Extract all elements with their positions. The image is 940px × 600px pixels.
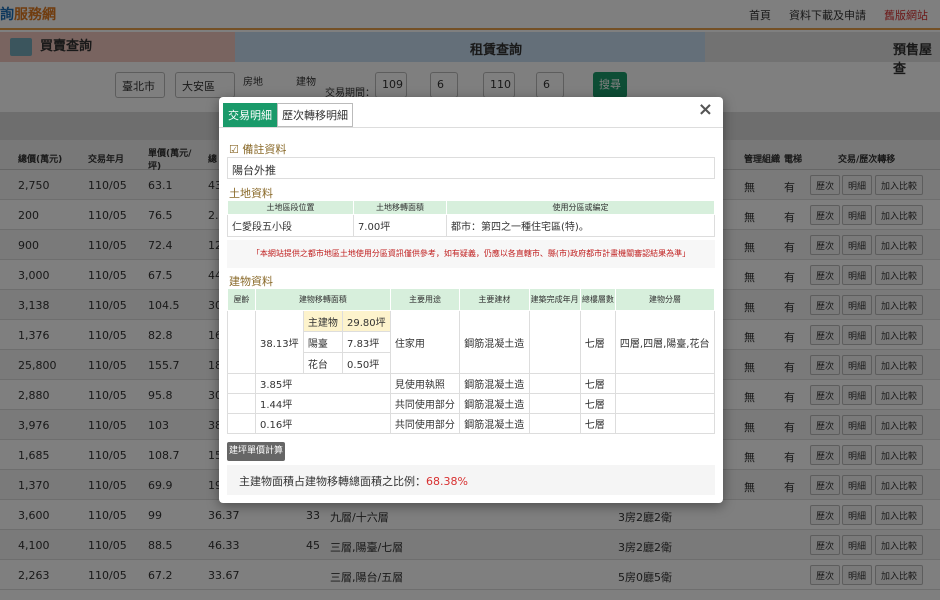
tab-transaction-detail[interactable]: 交易明細 — [223, 103, 277, 127]
main-building-ratio: 主建物面積占建物移轉總面積之比例：68.38% — [227, 465, 715, 495]
tab-transfer-history[interactable]: 歷次轉移明細 — [277, 103, 353, 127]
land-title: 土地資料 — [229, 187, 273, 200]
building-table: 屋齡 建物移轉面積 主要用途 主要建材 建築完成年月 總樓層數 建物分層 38.13坪 主建物… — [227, 288, 716, 434]
land-location: 仁愛段五小段 — [227, 214, 354, 237]
remark-value: 陽台外推 — [227, 157, 715, 179]
detail-modal: 交易明細 歷次轉移明細 × ☑ 備註資料 陽台外推 土地資料 土地區段位置 土地移… — [219, 97, 723, 503]
remark-title: ☑ 備註資料 — [229, 143, 287, 156]
modal-tabs: 交易明細 歷次轉移明細 — [223, 103, 353, 127]
land-table: 土地區段位置 土地移轉面積 使用分區或編定 仁愛段五小段 7.00坪 都市：第四之一種住… — [227, 200, 715, 237]
building-title: 建物資料 — [229, 275, 273, 288]
divider — [219, 127, 723, 128]
zoning-disclaimer: 「本網站提供之都市地區土地使用分區資訊僅供參考，如有疑義，仍應以各直轄市、縣(市… — [227, 240, 715, 268]
unit-price-calc-button[interactable]: 建坪單價計算 — [227, 442, 285, 461]
land-zoning: 都市：第四之一種住宅區(特)。 — [446, 214, 715, 237]
close-icon[interactable]: × — [698, 99, 713, 120]
land-area: 7.00坪 — [352, 214, 448, 237]
